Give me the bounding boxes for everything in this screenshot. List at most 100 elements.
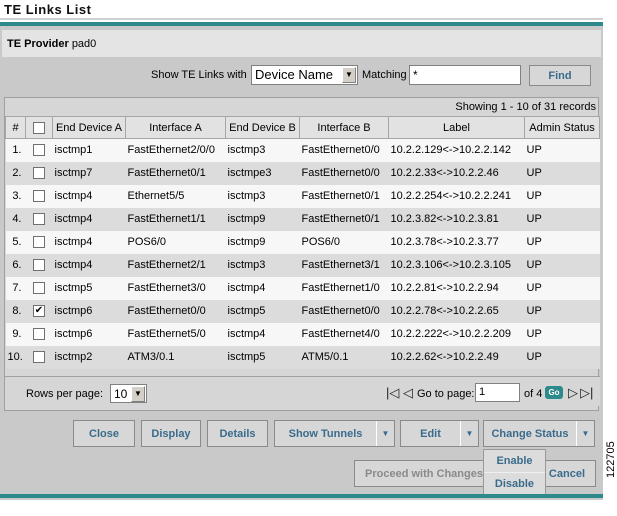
change-status-menu: Enable Disable	[483, 449, 546, 497]
end-device-b-cell: isctmp5	[225, 345, 300, 369]
interface-b-cell: FastEthernet4/0	[299, 322, 389, 346]
row-checkbox-cell[interactable]	[25, 253, 53, 277]
interface-a-cell: FastEthernet0/1	[125, 161, 226, 185]
chevron-down-icon[interactable]: ▼	[376, 421, 394, 446]
table-row[interactable]: 5. isctmp4 POS6/0 isctmp9 POS6/0 10.2.3.78<->…	[5, 230, 600, 254]
show-te-links-label: Show TE Links with	[151, 69, 247, 81]
row-checkbox[interactable]	[33, 328, 45, 341]
matching-input[interactable]: *	[409, 65, 521, 85]
table-row[interactable]: 10. isctmp2 ATM3/0.1 isctmp5 ATM5/0.1 10.2.2.…	[5, 345, 600, 369]
chevron-down-icon[interactable]: ▼	[576, 421, 594, 446]
select-all-checkbox[interactable]	[33, 121, 45, 134]
display-button[interactable]: Display	[141, 420, 201, 447]
admin-status-cell: UP	[524, 184, 600, 208]
col-header-interface-a[interactable]: Interface A	[125, 116, 226, 139]
interface-b-cell: POS6/0	[299, 230, 389, 254]
label-cell: 10.2.3.78<->10.2.3.77	[388, 230, 525, 254]
filter-field-select[interactable]: Device Name ▼	[251, 65, 358, 85]
admin-status-cell: UP	[524, 299, 600, 323]
edit-button[interactable]: Edit ▼	[400, 420, 479, 447]
row-checkbox-cell[interactable]	[25, 276, 53, 300]
row-number: 2.	[5, 161, 26, 185]
table-row[interactable]: 4. isctmp4 FastEthernet1/1 isctmp9 FastEther…	[5, 207, 600, 231]
row-checkbox-cell[interactable]	[25, 138, 53, 162]
admin-status-cell: UP	[524, 322, 600, 346]
table-row[interactable]: 2. isctmp7 FastEthernet0/1 isctmpe3 FastEthe…	[5, 161, 600, 185]
end-device-a-cell: isctmp1	[52, 138, 126, 162]
chevron-down-icon[interactable]: ▼	[131, 386, 145, 402]
row-checkbox[interactable]	[33, 282, 45, 295]
label-cell: 10.2.2.254<->10.2.2.241	[388, 184, 525, 208]
edit-label: Edit	[420, 427, 441, 440]
last-page-icon[interactable]: ▷|	[580, 386, 593, 399]
label-cell: 10.2.2.33<->10.2.2.46	[388, 161, 525, 185]
end-device-a-cell: isctmp4	[52, 207, 126, 231]
row-checkbox-cell[interactable]	[25, 184, 53, 208]
row-checkbox-cell[interactable]	[25, 207, 53, 231]
label-cell: 10.2.3.106<->10.2.3.105	[388, 253, 525, 277]
menu-item-enable[interactable]: Enable	[484, 450, 545, 473]
end-device-a-cell: isctmp6	[52, 299, 126, 323]
end-device-a-cell: isctmp2	[52, 345, 126, 369]
end-device-b-cell: isctmp4	[225, 276, 300, 300]
label-cell: 10.2.3.82<->10.2.3.81	[388, 207, 525, 231]
first-page-icon[interactable]: |◁	[386, 386, 399, 399]
row-checkbox[interactable]	[33, 167, 45, 180]
bottom-accent-bar	[0, 494, 603, 498]
proceed-with-changes-button[interactable]: Proceed with Changes	[354, 460, 494, 487]
interface-b-cell: FastEthernet0/0	[299, 299, 389, 323]
end-device-b-cell: isctmp3	[225, 184, 300, 208]
row-checkbox-cell[interactable]	[25, 322, 53, 346]
table-row[interactable]: 6. isctmp4 FastEthernet2/1 isctmp3 FastEther…	[5, 253, 600, 277]
chevron-down-icon[interactable]: ▼	[342, 67, 356, 83]
row-checkbox[interactable]	[33, 351, 45, 364]
goto-page-input[interactable]: 1	[475, 383, 520, 402]
end-device-b-cell: isctmpe3	[225, 161, 300, 185]
chevron-down-icon[interactable]: ▼	[460, 421, 478, 446]
next-page-icon[interactable]: ▷	[568, 386, 578, 399]
table-row[interactable]: 1. isctmp1 FastEthernet2/0/0 isctmp3 FastEth…	[5, 138, 600, 162]
row-checkbox[interactable]	[33, 236, 45, 249]
row-number: 9.	[5, 322, 26, 346]
menu-item-disable[interactable]: Disable	[484, 473, 545, 496]
interface-a-cell: FastEthernet2/0/0	[125, 138, 226, 162]
find-button[interactable]: Find	[529, 65, 591, 86]
previous-page-icon[interactable]: ◁	[403, 386, 413, 399]
row-number: 4.	[5, 207, 26, 231]
row-checkbox[interactable]	[33, 144, 45, 157]
go-button[interactable]: Go	[545, 386, 563, 399]
col-header-end-device-a[interactable]: End Device A	[52, 116, 126, 139]
row-checkbox-cell[interactable]	[25, 345, 53, 369]
show-tunnels-button[interactable]: Show Tunnels ▼	[274, 420, 395, 447]
end-device-b-cell: isctmp4	[225, 322, 300, 346]
col-header-label[interactable]: Label	[388, 116, 525, 139]
row-checkbox[interactable]	[33, 259, 45, 272]
pagination-bar: Rows per page: 10 ▼ |◁ ◁ Go to page: 1 o…	[5, 376, 600, 406]
close-button[interactable]: Close	[73, 420, 135, 447]
col-header-interface-b[interactable]: Interface B	[299, 116, 389, 139]
row-checkbox[interactable]	[33, 213, 45, 226]
col-header-select-all[interactable]	[25, 116, 53, 139]
table-row[interactable]: 7. isctmp5 FastEthernet3/0 isctmp4 FastEther…	[5, 276, 600, 300]
details-button[interactable]: Details	[207, 420, 268, 447]
table-row[interactable]: 9. isctmp6 FastEthernet5/0 isctmp4 FastEther…	[5, 322, 600, 346]
row-checkbox[interactable]: ✔	[33, 305, 45, 318]
row-checkbox-cell[interactable]	[25, 230, 53, 254]
row-number: 1.	[5, 138, 26, 162]
show-tunnels-label: Show Tunnels	[288, 427, 363, 440]
end-device-b-cell: isctmp3	[225, 138, 300, 162]
col-header-end-device-b[interactable]: End Device B	[225, 116, 300, 139]
table-row[interactable]: 8. ✔ isctmp6 FastEthernet0/0 isctmp5 FastEthe…	[5, 299, 600, 323]
interface-b-cell: FastEthernet0/1	[299, 184, 389, 208]
row-checkbox[interactable]	[33, 190, 45, 203]
row-checkbox-cell[interactable]	[25, 161, 53, 185]
row-checkbox-cell[interactable]: ✔	[25, 299, 53, 323]
provider-value: pad0	[71, 38, 97, 50]
col-header-admin-status[interactable]: Admin Status	[524, 116, 600, 139]
change-status-button[interactable]: Change Status ▼	[483, 420, 595, 447]
admin-status-cell: UP	[524, 230, 600, 254]
interface-a-cell: FastEthernet0/0	[125, 299, 226, 323]
table-row[interactable]: 3. isctmp4 Ethernet5/5 isctmp3 FastEthernet0…	[5, 184, 600, 208]
row-number: 6.	[5, 253, 26, 277]
rows-per-page-select[interactable]: 10 ▼	[110, 384, 147, 403]
